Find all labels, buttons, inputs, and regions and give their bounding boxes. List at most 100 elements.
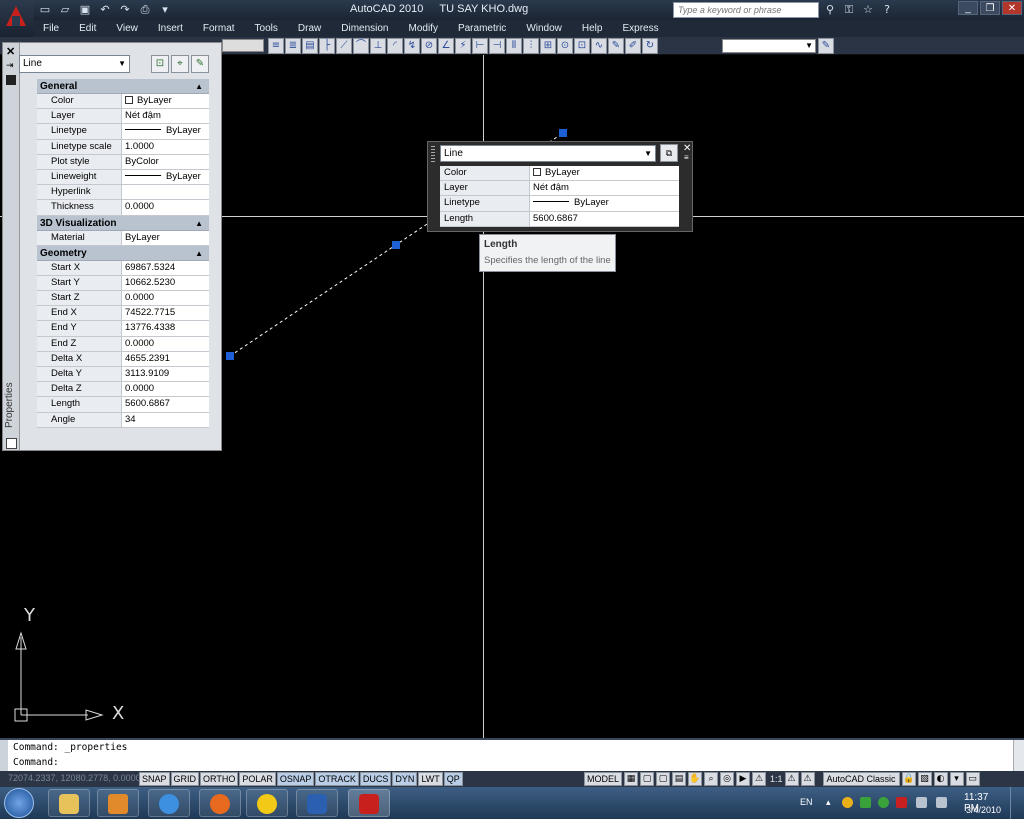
model-layout-icon[interactable]: ▦ [624, 772, 639, 786]
clean-screen-icon[interactable]: ▭ [965, 772, 980, 786]
prop-value-linetype[interactable]: ByLayer [530, 196, 679, 210]
key-icon[interactable]: ⚿ [841, 2, 857, 18]
arc-length-icon[interactable]: ⌒ [353, 38, 369, 54]
redo-icon[interactable]: ↷ [116, 2, 134, 18]
prop-value-layer[interactable]: Nét đậm [530, 181, 679, 195]
layout2-icon[interactable]: ▢ [656, 772, 671, 786]
layer-dropdown[interactable] [222, 39, 264, 52]
tolerance-icon[interactable]: ⊞ [540, 38, 556, 54]
object-type-select[interactable]: Line ▼ [19, 55, 130, 73]
autohide-icon[interactable]: ⇥ [6, 60, 14, 71]
property-row[interactable]: Hyperlink [37, 185, 209, 201]
prop-value-hyperlink[interactable] [122, 185, 209, 199]
open-folder-icon[interactable]: ▱ [56, 2, 74, 18]
quick-view-icon[interactable]: ▤ [672, 772, 687, 786]
layer-match-icon[interactable]: ▤ [302, 38, 318, 54]
language-indicator[interactable]: EN [800, 797, 813, 807]
taskbar-autocad[interactable] [348, 789, 390, 817]
prop-value-linetype-scale[interactable]: 1.0000 [122, 140, 209, 154]
qp-object-type-select[interactable]: Line ▼ [440, 145, 656, 162]
property-row[interactable]: Length 5600.6867 [37, 397, 209, 413]
prop-value-start-z[interactable]: 0.0000 [122, 291, 209, 305]
drag-grip-icon[interactable] [431, 146, 435, 162]
category-general[interactable]: General ▲ [37, 79, 209, 94]
property-row[interactable]: Start Z 0.0000 [37, 291, 209, 307]
dim-style-manager-icon[interactable]: ✎ [818, 38, 834, 54]
menu-insert[interactable]: Insert [158, 20, 183, 37]
tray-app-icon[interactable] [842, 797, 853, 808]
model-button[interactable]: MODEL [584, 772, 623, 786]
binoculars-icon[interactable]: ⚲ [822, 2, 838, 18]
property-row[interactable]: Thickness 0.0000 [37, 200, 209, 216]
zoom-icon[interactable]: ⌕ [704, 772, 719, 786]
prop-value-lineweight[interactable]: ByLayer [122, 170, 209, 184]
property-row[interactable]: Linetype ByLayer [37, 124, 209, 140]
isolate-icon[interactable]: ◐ [933, 772, 948, 786]
toggle-polar[interactable]: POLAR [239, 772, 276, 786]
restore-icon[interactable]: ❐ [980, 1, 1000, 15]
hardware-accel-icon[interactable]: ▧ [917, 772, 932, 786]
menu-view[interactable]: View [116, 20, 138, 37]
application-menu-button[interactable] [0, 0, 34, 38]
menu-dimension[interactable]: Dimension [341, 20, 388, 37]
diameter-dim-icon[interactable]: ⊘ [421, 38, 437, 54]
prop-value-delta-x[interactable]: 4655.2391 [122, 352, 209, 366]
clock-date[interactable]: 3/4/2010 [966, 805, 1001, 815]
property-row[interactable]: Material ByLayer [37, 230, 209, 246]
property-row[interactable]: End X 74522.7715 [37, 306, 209, 322]
property-row[interactable]: Color ByLayer [37, 94, 209, 110]
steering-wheel-icon[interactable]: ◎ [720, 772, 735, 786]
toggle-dyn[interactable]: DYN [392, 772, 418, 786]
taskbar-explorer[interactable] [48, 789, 90, 817]
menu-window[interactable]: Window [526, 20, 562, 37]
menu-help[interactable]: Help [582, 20, 603, 37]
pan-icon[interactable]: ✋ [688, 772, 703, 786]
close-icon[interactable]: ✕ [1002, 1, 1022, 15]
continue-dim-icon[interactable]: ⊣ [489, 38, 505, 54]
toggle-osnap[interactable]: OSNAP [276, 772, 315, 786]
prop-value-length[interactable]: 5600.6867 [122, 397, 209, 411]
prop-value-end-y[interactable]: 13776.4338 [122, 321, 209, 335]
toggle-ortho[interactable]: ORTHO [200, 772, 239, 786]
category-3d-visualization[interactable]: 3D Visualization ▲ [37, 215, 209, 231]
property-row[interactable]: End Y 13776.4338 [37, 321, 209, 337]
dim-style-dropdown[interactable]: ▼ [722, 39, 816, 53]
prop-value-color[interactable]: ByLayer [530, 166, 679, 180]
annotation-visibility-icon[interactable]: ⚠ [784, 772, 799, 786]
undo-icon[interactable]: ↶ [96, 2, 114, 18]
radius-dim-icon[interactable]: ◜ [387, 38, 403, 54]
plot-icon[interactable]: ⎙ [136, 2, 154, 18]
menu-format[interactable]: Format [203, 20, 235, 37]
property-row[interactable]: Layer Nét đậm [37, 109, 209, 125]
property-row[interactable]: Delta X 4655.2391 [37, 351, 209, 367]
property-row[interactable]: Start Y 10662.5230 [37, 275, 209, 292]
annotation-scale-icon[interactable]: ⚠ [752, 772, 767, 786]
prop-value-linetype[interactable]: ByLayer [122, 124, 209, 138]
property-row[interactable]: Lineweight ByLayer [37, 169, 209, 186]
dim-text-edit-icon[interactable]: ✐ [625, 38, 641, 54]
grip-start[interactable] [226, 352, 234, 360]
prop-value-start-x[interactable]: 69867.5324 [122, 261, 209, 275]
prop-value-color[interactable]: ByLayer [122, 94, 209, 108]
tray-green-icon[interactable] [860, 797, 871, 808]
prop-value-length[interactable]: 5600.6867 [530, 212, 679, 226]
toggle-snap[interactable]: SNAP [139, 772, 170, 786]
lock-icon[interactable]: 🔒 [901, 772, 916, 786]
toggle-pickadd-icon[interactable]: ⊡ [151, 55, 169, 73]
qat-dropdown-icon[interactable]: ▾ [156, 2, 174, 18]
property-row[interactable]: End Z 0.0000 [37, 336, 209, 352]
dim-update-icon[interactable]: ↻ [642, 38, 658, 54]
prop-value-material[interactable]: ByLayer [122, 231, 209, 245]
baseline-dim-icon[interactable]: ⊢ [472, 38, 488, 54]
inspect-icon[interactable]: ⊡ [574, 38, 590, 54]
dim-edit-icon[interactable]: ✎ [608, 38, 624, 54]
menu-modify[interactable]: Modify [409, 20, 438, 37]
property-row[interactable]: Start X 69867.5324 [37, 260, 209, 276]
taskbar-yahoo-messenger[interactable] [246, 789, 288, 817]
jogged-dim-icon[interactable]: ↯ [404, 38, 420, 54]
grip-end[interactable] [559, 129, 567, 137]
qp-row[interactable]: Linetype ByLayer [440, 196, 679, 212]
tray-antivirus-icon[interactable] [896, 797, 907, 808]
minimize-icon[interactable]: _ [958, 1, 978, 15]
layer-previous-icon[interactable]: ≣ [285, 38, 301, 54]
